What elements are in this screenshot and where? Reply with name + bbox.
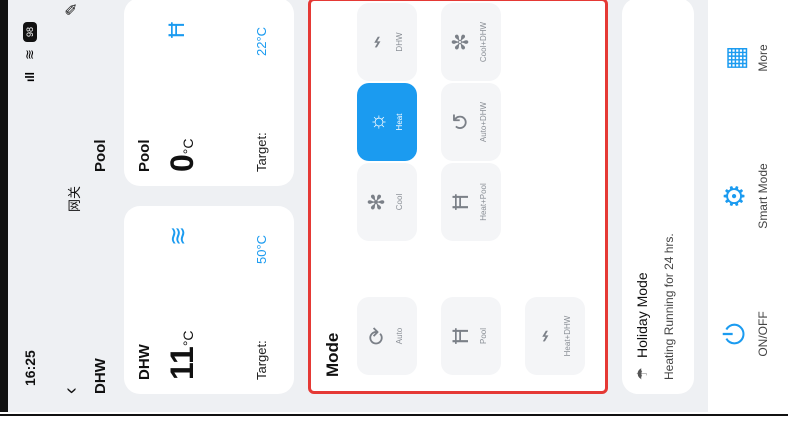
screenshot-frame: 16:25 ıll ≋ 98 ‹ 网关 ✎ DHW Pool DHW 11°C … bbox=[0, 0, 788, 432]
power-icon: ⏻ bbox=[719, 322, 750, 346]
device-edge bbox=[0, 0, 8, 432]
pool-icon: Ħ bbox=[448, 328, 473, 344]
pool-card[interactable]: Pool 0°C Ħ Target: 22°C bbox=[124, 0, 294, 186]
bottom-line bbox=[0, 414, 788, 416]
dhw-target-value: 50°C bbox=[254, 234, 269, 264]
holiday-subtitle: Heating Running for 24 hrs. bbox=[662, 233, 676, 380]
pool-ladder-icon: Ħ bbox=[164, 22, 189, 38]
mode-tile-dhw[interactable]: ⌁ DHW bbox=[357, 3, 417, 81]
mode-tile-auto[interactable]: ⟳ Auto bbox=[357, 297, 417, 375]
page-title: 网关 bbox=[67, 185, 82, 212]
battery-icon: 98 bbox=[23, 22, 37, 42]
mode-tile-auto-dhw[interactable]: ↺ Auto+DHW bbox=[441, 83, 501, 161]
pool-target-value: 22°C bbox=[254, 26, 269, 56]
heat-pool-icon: Ħ bbox=[448, 194, 473, 210]
mode-tile-cool[interactable]: ✻ Cool bbox=[357, 163, 417, 241]
mode-title: Mode bbox=[323, 332, 342, 377]
mode-tile-pool[interactable]: Ħ Pool bbox=[441, 297, 501, 375]
dhw-icon: ⌁ bbox=[364, 35, 389, 49]
mode-panel: Mode ⟳ Auto ✻ Cool ☼ Heat ⌁ DHW Ħ Pool Ħ… bbox=[308, 0, 608, 394]
bottom-nav: ⏻ ON/OFF ⚙ Smart Mode ▦ More bbox=[708, 0, 788, 412]
auto-dhw-icon: ↺ bbox=[448, 112, 473, 132]
mode-tile-heat-dhw[interactable]: ⌁ Heat+DHW bbox=[525, 297, 585, 375]
dhw-card-title: DHW bbox=[136, 344, 153, 380]
gear-icon: ⚙ bbox=[719, 183, 750, 209]
dhw-target-label: Target: bbox=[254, 340, 269, 380]
sun-icon: ☼ bbox=[364, 111, 389, 133]
holiday-mode-card[interactable]: ☂ Holiday Mode Heating Running for 24 hr… bbox=[622, 0, 694, 394]
mode-tile-cool-dhw[interactable]: ✼ Cool+DHW bbox=[441, 3, 501, 81]
water-waves-icon: ≋ bbox=[165, 225, 192, 246]
smart-mode-button[interactable]: ⚙ Smart Mode bbox=[719, 136, 780, 256]
app-screen: 16:25 ıll ≋ 98 ‹ 网关 ✎ DHW Pool DHW 11°C … bbox=[8, 0, 788, 412]
signal-icon: ıll bbox=[23, 71, 37, 82]
pool-target-label: Target: bbox=[254, 132, 269, 172]
pool-temp: 0°C bbox=[164, 138, 200, 172]
pool-section-label: Pool bbox=[92, 139, 109, 173]
dhw-card[interactable]: DHW 11°C ≋ Target: 50°C bbox=[124, 206, 294, 394]
heat-dhw-icon: ⌁ bbox=[532, 329, 557, 343]
dhw-section-label: DHW bbox=[92, 358, 109, 394]
more-button[interactable]: ▦ More bbox=[720, 0, 780, 118]
wifi-icon: ≋ bbox=[22, 49, 37, 60]
grid-icon: ▦ bbox=[720, 45, 750, 71]
edit-icon[interactable]: ✎ bbox=[62, 3, 82, 16]
status-icons: ıll ≋ 98 bbox=[22, 2, 40, 82]
dhw-temp: 11°C bbox=[164, 330, 200, 380]
onoff-button[interactable]: ⏻ ON/OFF bbox=[719, 274, 780, 394]
pool-card-title: Pool bbox=[136, 139, 153, 173]
holiday-title: Holiday Mode bbox=[634, 272, 650, 358]
umbrella-icon: ☂ bbox=[634, 367, 650, 380]
status-time: 16:25 bbox=[22, 350, 38, 386]
snowflake-icon: ✻ bbox=[364, 192, 389, 212]
back-icon[interactable]: ‹ bbox=[60, 387, 83, 394]
cool-dhw-icon: ✼ bbox=[448, 32, 473, 52]
mode-tile-heat-pool[interactable]: Ħ Heat+Pool bbox=[441, 163, 501, 241]
mode-tile-heat[interactable]: ☼ Heat bbox=[357, 83, 417, 161]
auto-icon: ⟳ bbox=[364, 326, 389, 346]
